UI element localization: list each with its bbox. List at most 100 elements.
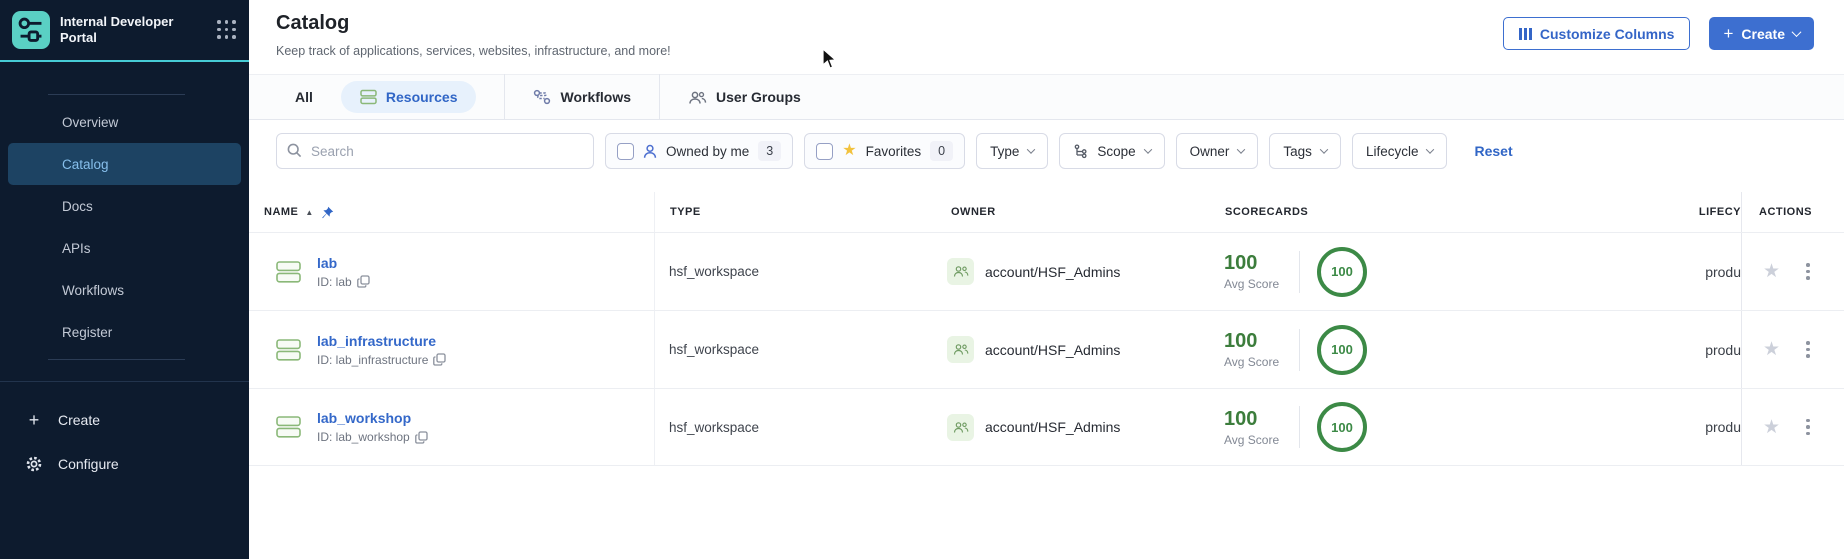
workspace-entity-icon: [276, 338, 301, 361]
owned-by-me-filter[interactable]: Owned by me 3: [605, 133, 794, 169]
app-logo-icon: [12, 11, 50, 49]
favorite-star-icon[interactable]: ★: [1763, 340, 1780, 359]
sidebar-footer: + Create Configure: [0, 398, 249, 486]
entity-id: ID: lab: [317, 274, 352, 289]
lifecycle-filter-dropdown[interactable]: Lifecycle: [1351, 133, 1448, 169]
column-header-actions: ACTIONS: [1741, 192, 1844, 232]
nav-divider: [48, 359, 185, 360]
favorite-star-icon[interactable]: ★: [1763, 418, 1780, 437]
column-header-type[interactable]: TYPE: [654, 192, 939, 232]
catalog-table: NAME ▲ TYPE OWNER SCORECARDS LIFECY ACTI…: [249, 192, 1844, 466]
owner-name: account/HSF_Admins: [985, 263, 1121, 280]
owner-filter-dropdown[interactable]: Owner: [1175, 133, 1259, 169]
sidebar-create-button[interactable]: + Create: [0, 398, 249, 442]
favorites-checkbox[interactable]: [816, 142, 834, 160]
owner-name: account/HSF_Admins: [985, 419, 1121, 435]
tags-filter-label: Tags: [1283, 143, 1312, 159]
tab-resources[interactable]: Resources: [340, 81, 477, 113]
owner-group-icon: [947, 413, 974, 441]
sidebar-item-register[interactable]: Register: [0, 311, 249, 353]
scope-icon: [1075, 143, 1087, 158]
search-input[interactable]: [276, 133, 594, 169]
lifecycle-value: produ: [1705, 341, 1741, 358]
owned-by-me-checkbox[interactable]: [617, 142, 634, 160]
create-button[interactable]: + Create: [1709, 17, 1814, 50]
page-header: Catalog Keep track of applications, serv…: [249, 0, 1844, 74]
entity-name-link[interactable]: lab_infrastructure: [317, 333, 446, 349]
chevron-down-icon: [1027, 145, 1036, 154]
plus-icon: +: [1723, 23, 1734, 43]
person-icon: [643, 144, 657, 158]
tab-user-groups[interactable]: User Groups: [688, 89, 801, 105]
customize-columns-label: Customize Columns: [1539, 25, 1675, 42]
scope-filter-dropdown[interactable]: Scope: [1059, 133, 1165, 169]
copy-icon[interactable]: [433, 353, 447, 366]
main-content: Catalog Keep track of applications, serv…: [249, 0, 1844, 559]
avg-score-value: 100: [1224, 330, 1258, 352]
app-title: Internal Developer Portal: [60, 13, 174, 45]
column-header-lifecycle[interactable]: LIFECY: [1479, 192, 1741, 232]
create-button-label: Create: [1741, 25, 1785, 42]
sidebar-item-docs[interactable]: Docs: [0, 185, 249, 227]
kebab-menu-icon[interactable]: [1802, 337, 1814, 362]
table-row: lab ID: lab hsf_workspace account/HSF_Ad…: [249, 232, 1844, 310]
workspace-entity-icon: [276, 416, 301, 438]
scorecard-ring[interactable]: 100: [1317, 324, 1367, 375]
pin-icon[interactable]: [321, 206, 334, 219]
favorite-star-icon[interactable]: ★: [1763, 262, 1780, 281]
sidebar: Internal Developer Portal Overview Catal…: [0, 0, 249, 559]
copy-icon[interactable]: [356, 275, 370, 288]
tab-all[interactable]: All: [295, 89, 313, 105]
owner-filter-label: Owner: [1189, 143, 1230, 159]
tab-workflows-label: Workflows: [560, 89, 632, 105]
favorites-label: Favorites: [865, 143, 922, 159]
table-row: lab_workshop ID: lab_workshop hsf_worksp…: [249, 388, 1844, 466]
lifecycle-value: produ: [1705, 263, 1741, 280]
sort-ascending-icon[interactable]: ▲: [305, 208, 313, 217]
sidebar-item-apis[interactable]: APIs: [0, 227, 249, 269]
search-box: [276, 133, 594, 169]
owner-group-icon: [947, 258, 974, 285]
column-header-name[interactable]: NAME ▲: [249, 192, 654, 232]
kebab-menu-icon[interactable]: [1802, 259, 1814, 284]
copy-icon[interactable]: [414, 430, 428, 444]
tab-workflows[interactable]: Workflows: [533, 89, 631, 105]
type-filter-label: Type: [990, 143, 1020, 159]
entity-name-link[interactable]: lab: [317, 255, 370, 271]
sidebar-item-workflows[interactable]: Workflows: [0, 269, 249, 311]
tags-filter-dropdown[interactable]: Tags: [1269, 133, 1341, 169]
chevron-down-icon: [1426, 145, 1435, 154]
entity-type: hsf_workspace: [654, 389, 939, 465]
sidebar-header: Internal Developer Portal: [0, 0, 249, 62]
column-header-scorecards[interactable]: SCORECARDS: [1194, 192, 1479, 232]
catalog-tabs: All Resources Workflows User Groups: [249, 74, 1844, 120]
entity-name-link[interactable]: lab_workshop: [317, 410, 428, 426]
type-filter-dropdown[interactable]: Type: [976, 133, 1049, 169]
entity-type: hsf_workspace: [654, 233, 939, 310]
workspace-entity-icon: [276, 260, 301, 283]
tab-separator: [659, 74, 661, 120]
scorecard-ring[interactable]: 100: [1317, 246, 1367, 297]
sidebar-item-overview[interactable]: Overview: [0, 101, 249, 143]
owned-by-me-label: Owned by me: [666, 143, 750, 159]
tab-separator: [504, 74, 506, 120]
workflows-icon: [534, 89, 551, 105]
reset-filters-link[interactable]: Reset: [1474, 143, 1512, 159]
kebab-menu-icon[interactable]: [1802, 415, 1814, 440]
favorites-filter[interactable]: ★ Favorites 0: [804, 133, 966, 169]
score-divider: [1299, 328, 1300, 371]
star-icon: ★: [842, 142, 857, 159]
column-header-owner[interactable]: OWNER: [939, 192, 1194, 232]
gear-icon: [26, 456, 42, 472]
resources-icon: [360, 89, 377, 105]
search-icon: [287, 143, 302, 158]
sidebar-item-catalog[interactable]: Catalog: [8, 143, 241, 185]
owner-group-icon: [947, 336, 974, 363]
sidebar-configure-button[interactable]: Configure: [0, 442, 249, 486]
header-actions: Customize Columns + Create: [1503, 12, 1814, 74]
scorecard-ring[interactable]: 100: [1317, 402, 1367, 452]
app-switcher-icon[interactable]: [217, 20, 237, 40]
app-window: Internal Developer Portal Overview Catal…: [0, 0, 1844, 559]
customize-columns-button[interactable]: Customize Columns: [1503, 17, 1691, 50]
sidebar-section-divider: [0, 381, 249, 382]
